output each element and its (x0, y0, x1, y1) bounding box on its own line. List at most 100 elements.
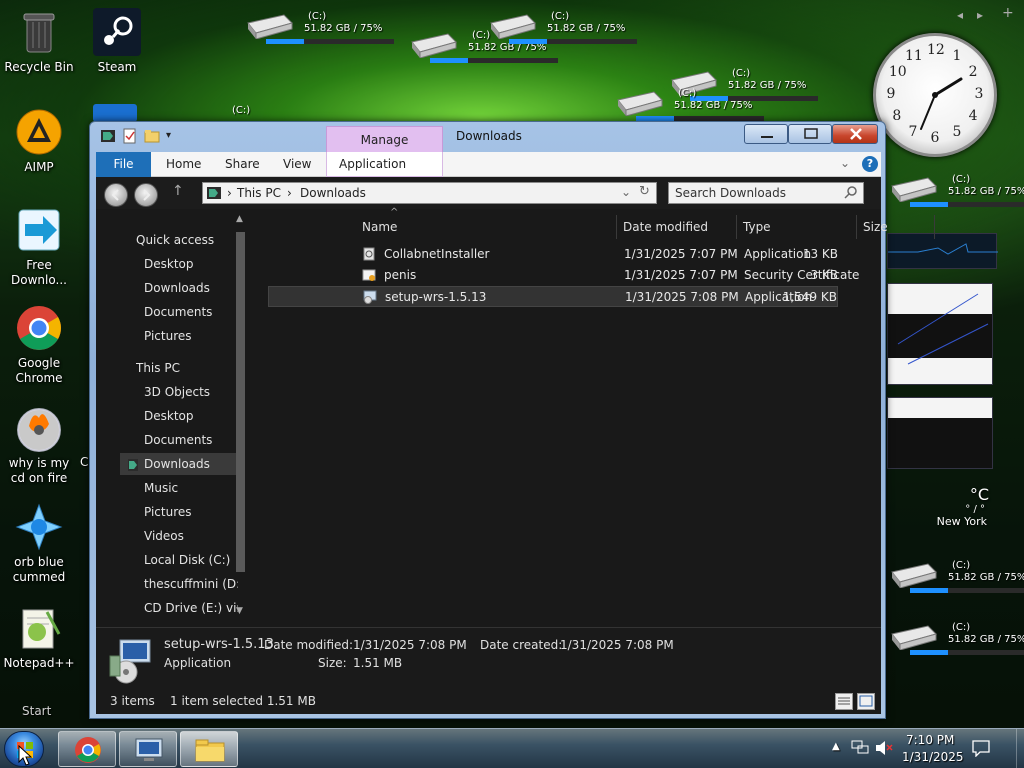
refresh-icon[interactable]: ↻ (639, 184, 650, 199)
close-button[interactable] (832, 124, 878, 144)
gadget-prev-icon[interactable]: ◂ (957, 8, 963, 22)
desktop-icon-steam[interactable]: Steam (78, 8, 156, 75)
file-size: 3 KB (810, 268, 838, 282)
forward-arrow-icon (143, 189, 151, 201)
help-icon[interactable]: ? (862, 156, 878, 172)
desktop-icon-orb-blue[interactable]: orb blue cummed (0, 503, 78, 585)
nav-pc-documents[interactable]: Documents (144, 429, 238, 451)
tab-application-tools[interactable]: Application Tools (326, 152, 443, 196)
weather-temperature: °C (969, 485, 989, 504)
customize-toolbar-icon[interactable]: ▾ (166, 128, 182, 144)
network-icon[interactable] (851, 740, 869, 759)
weather-range: ° / ° (965, 504, 985, 515)
nav-pane-scrollbar[interactable]: ▲ ▼ (235, 214, 246, 617)
quick-access-toolbar: ▾ (100, 128, 182, 144)
new-folder-icon[interactable] (144, 128, 160, 144)
nav-pc-3d-objects[interactable]: 3D Objects (144, 381, 238, 403)
nav-pc-desktop[interactable]: Desktop (144, 405, 238, 427)
taskbar-chrome-button[interactable] (58, 731, 116, 767)
desktop-icon-recycle-bin[interactable]: Recycle Bin (0, 8, 78, 75)
gadget-next-icon[interactable]: ▸ (977, 8, 983, 22)
hard-drive-icon (244, 13, 294, 40)
volume-muted-icon[interactable] (875, 740, 893, 759)
drive-label: (C:) (308, 11, 327, 22)
up-button[interactable]: ↑ (172, 183, 184, 199)
minimize-button[interactable] (744, 124, 788, 144)
desktop-icon-aimp[interactable]: AIMP (0, 108, 78, 175)
weather-city: New York (936, 515, 987, 528)
show-hidden-icons-button[interactable]: ▲ (832, 741, 840, 752)
properties-icon[interactable] (122, 128, 138, 144)
nav-item-label: This PC (136, 361, 180, 375)
tab-file[interactable]: File (96, 152, 151, 177)
scroll-up-icon[interactable]: ▲ (236, 214, 243, 224)
address-dropdown-icon[interactable]: ⌄ (621, 185, 631, 199)
taskbar-remote-desktop-button[interactable] (119, 731, 177, 767)
column-header-name[interactable]: Name (356, 215, 617, 239)
nav-quick-pictures[interactable]: Pictures (144, 325, 238, 347)
file-row[interactable]: setup-wrs-1.5.13 1/31/2025 7:08 PM Applica… (268, 286, 838, 307)
start-label: Start (22, 704, 52, 718)
nav-pc-music[interactable]: Music (144, 477, 238, 499)
nav-pc-cd-drive-e-virt[interactable]: CD Drive (E:) virt (144, 597, 238, 619)
desktop-icon-cd-on-fire[interactable]: why is my cd on fire (0, 404, 78, 486)
desktop-icon-notepad-plus-plus[interactable]: Notepad++ (0, 604, 78, 671)
nav-quick-documents[interactable]: Documents (144, 301, 238, 323)
tab-view[interactable]: View (283, 152, 311, 177)
nav-pc-downloads[interactable]: Downloads (120, 453, 238, 475)
gadget-add-icon[interactable]: + (1002, 5, 1014, 21)
scroll-down-icon[interactable]: ▼ (236, 606, 243, 616)
nav-item-label: Desktop (144, 409, 194, 423)
file-name: setup-wrs-1.5.13 (385, 290, 487, 304)
breadcrumb-downloads[interactable]: Downloads (300, 186, 366, 200)
tab-manage[interactable]: Manage (326, 126, 443, 152)
show-desktop-button[interactable] (1016, 729, 1024, 768)
desktop-icon-free-download[interactable]: Free Downlo... (0, 206, 78, 288)
file-explorer-window[interactable]: ▾ Manage Downloads File Home Share View … (89, 121, 935, 719)
nav-pc-local-disk-c[interactable]: Local Disk (C:) (144, 549, 238, 571)
nav-pc-thescuffmini-d[interactable]: thescuffmini (D: (144, 573, 238, 595)
column-header-date-modified[interactable]: Date modified (617, 215, 737, 239)
tab-share[interactable]: Share (225, 152, 260, 177)
nav-quick-downloads[interactable]: Downloads (144, 277, 238, 299)
drive-usage: 51.82 GB / 75% (304, 23, 383, 34)
desktop-icon-label: Google Chrome (15, 356, 63, 385)
drive-label: (C:) (952, 560, 971, 571)
taskbar-file-explorer-button[interactable] (180, 731, 238, 767)
file-row[interactable]: CollabnetInstaller 1/31/2025 7:07 PM Appli… (268, 244, 838, 265)
drive-usage-bar (910, 202, 1024, 207)
nav-pc-pictures[interactable]: Pictures (144, 501, 238, 523)
large-icons-view-button[interactable] (857, 693, 875, 710)
title-bar[interactable]: ▾ Manage Downloads (90, 122, 885, 152)
nav-quick-access[interactable]: ★ Quick access (136, 229, 236, 251)
search-input[interactable]: Search Downloads (668, 182, 864, 204)
nav-item-label: Local Disk (C:) (144, 553, 231, 567)
desktop-icon-google-chrome[interactable]: Google Chrome (0, 304, 78, 386)
column-header-type[interactable]: Type (737, 215, 857, 239)
address-bar[interactable]: › This PC › Downloads ⌄ ↻ (202, 182, 657, 204)
clock-time[interactable]: 7:10 PM (906, 733, 954, 747)
maximize-button[interactable] (788, 124, 832, 144)
nav-scroll-thumb[interactable] (236, 232, 245, 572)
desktop-icon-label: Free Downlo... (11, 258, 67, 287)
file-date: 1/31/2025 7:07 PM (624, 247, 738, 261)
details-view-button[interactable] (835, 693, 853, 710)
desktop-icon-label: AIMP (24, 160, 54, 174)
back-button[interactable] (104, 183, 128, 207)
taskbar: ▲ 7:10 PM 1/31/2025 (0, 728, 1024, 768)
clock-hands (920, 77, 963, 130)
expand-ribbon-icon[interactable]: ⌄ (840, 156, 850, 170)
tab-home[interactable]: Home (166, 152, 201, 177)
notification-center-icon[interactable] (972, 739, 990, 760)
nav-pc-videos[interactable]: Videos (144, 525, 238, 547)
nav-this-pc[interactable]: This PC (136, 357, 236, 379)
file-row[interactable]: penis 1/31/2025 7:07 PM Security Certifica… (268, 265, 859, 286)
clock-date[interactable]: 1/31/2025 (902, 750, 964, 764)
thumbnail-gadget-2 (887, 397, 993, 469)
forward-button[interactable] (134, 183, 158, 207)
breadcrumb-this-pc[interactable]: This PC (237, 186, 281, 200)
file-type: Security Certificate (744, 268, 860, 282)
explorer-icon[interactable] (100, 128, 116, 144)
column-header-size[interactable]: Size (857, 215, 935, 239)
nav-quick-desktop[interactable]: Desktop (144, 253, 238, 275)
